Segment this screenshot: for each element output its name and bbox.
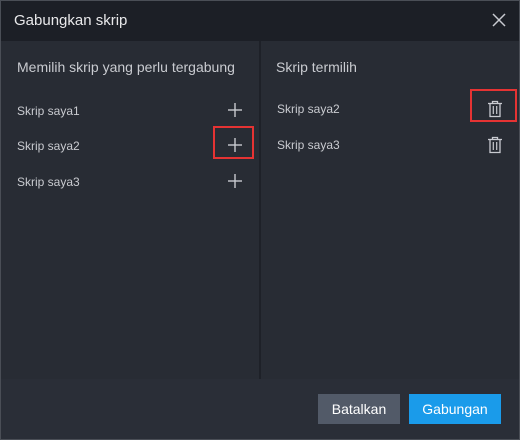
script-label: Skrip saya2 [17,139,80,153]
dialog-titlebar: Gabungkan skrip [1,1,519,41]
merge-button[interactable]: Gabungan [409,394,501,424]
plus-icon[interactable] [225,135,245,155]
plus-icon[interactable] [225,171,245,191]
available-scripts-panel: Memilih skrip yang perlu tergabung Skrip… [1,41,259,379]
script-label: Skrip saya2 [277,102,340,116]
dialog-title: Gabungkan skrip [14,12,128,29]
selected-scripts-panel: Skrip termilih Skrip saya2 Skrip saya3 [261,41,519,379]
available-scripts-header: Memilih skrip yang perlu tergabung [17,59,235,75]
cancel-button[interactable]: Batalkan [318,394,400,424]
trash-icon[interactable] [485,135,505,155]
list-item: Skrip saya2 [261,89,519,124]
list-item: Skrip saya3 [1,167,259,197]
list-item: Skrip saya2 [1,126,259,161]
list-item: Skrip saya3 [261,130,519,160]
script-label: Skrip saya3 [277,138,340,152]
merge-scripts-dialog: Gabungkan skrip Memilih skrip yang perlu… [0,0,520,440]
selected-scripts-header: Skrip termilih [276,59,357,75]
dialog-footer: Batalkan Gabungan [1,379,519,439]
plus-icon[interactable] [225,100,245,120]
script-label: Skrip saya1 [17,104,80,118]
list-item: Skrip saya1 [1,96,259,126]
close-icon[interactable] [489,10,509,30]
script-label: Skrip saya3 [17,175,80,189]
trash-icon[interactable] [485,99,505,119]
